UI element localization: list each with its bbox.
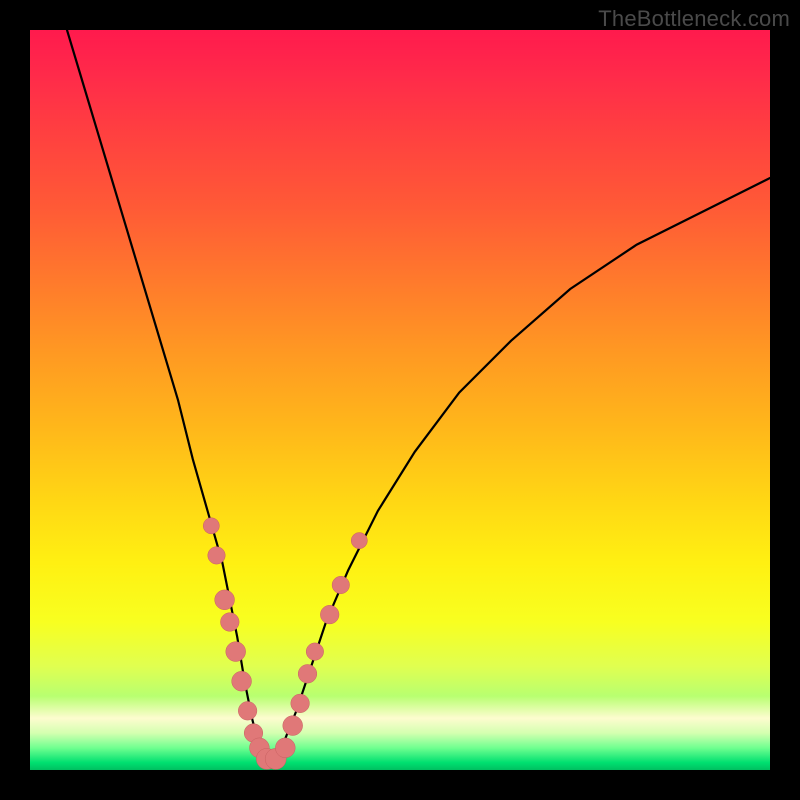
data-point xyxy=(283,716,303,736)
data-point xyxy=(291,694,310,713)
data-point xyxy=(208,547,225,564)
data-point xyxy=(275,738,295,758)
chart-svg xyxy=(30,30,770,770)
plot-area xyxy=(30,30,770,770)
data-point xyxy=(351,533,367,549)
data-point xyxy=(203,518,219,534)
data-point xyxy=(221,613,240,632)
data-point xyxy=(298,665,317,684)
watermark-text: TheBottleneck.com xyxy=(598,6,790,32)
bottleneck-curve xyxy=(67,30,770,763)
data-point xyxy=(226,642,246,662)
data-point xyxy=(332,576,349,593)
data-point xyxy=(232,671,252,691)
chart-frame: TheBottleneck.com xyxy=(0,0,800,800)
data-point xyxy=(215,590,235,610)
data-point xyxy=(238,702,257,721)
data-point xyxy=(320,605,339,624)
data-point xyxy=(306,643,323,660)
data-points-group xyxy=(203,518,367,770)
